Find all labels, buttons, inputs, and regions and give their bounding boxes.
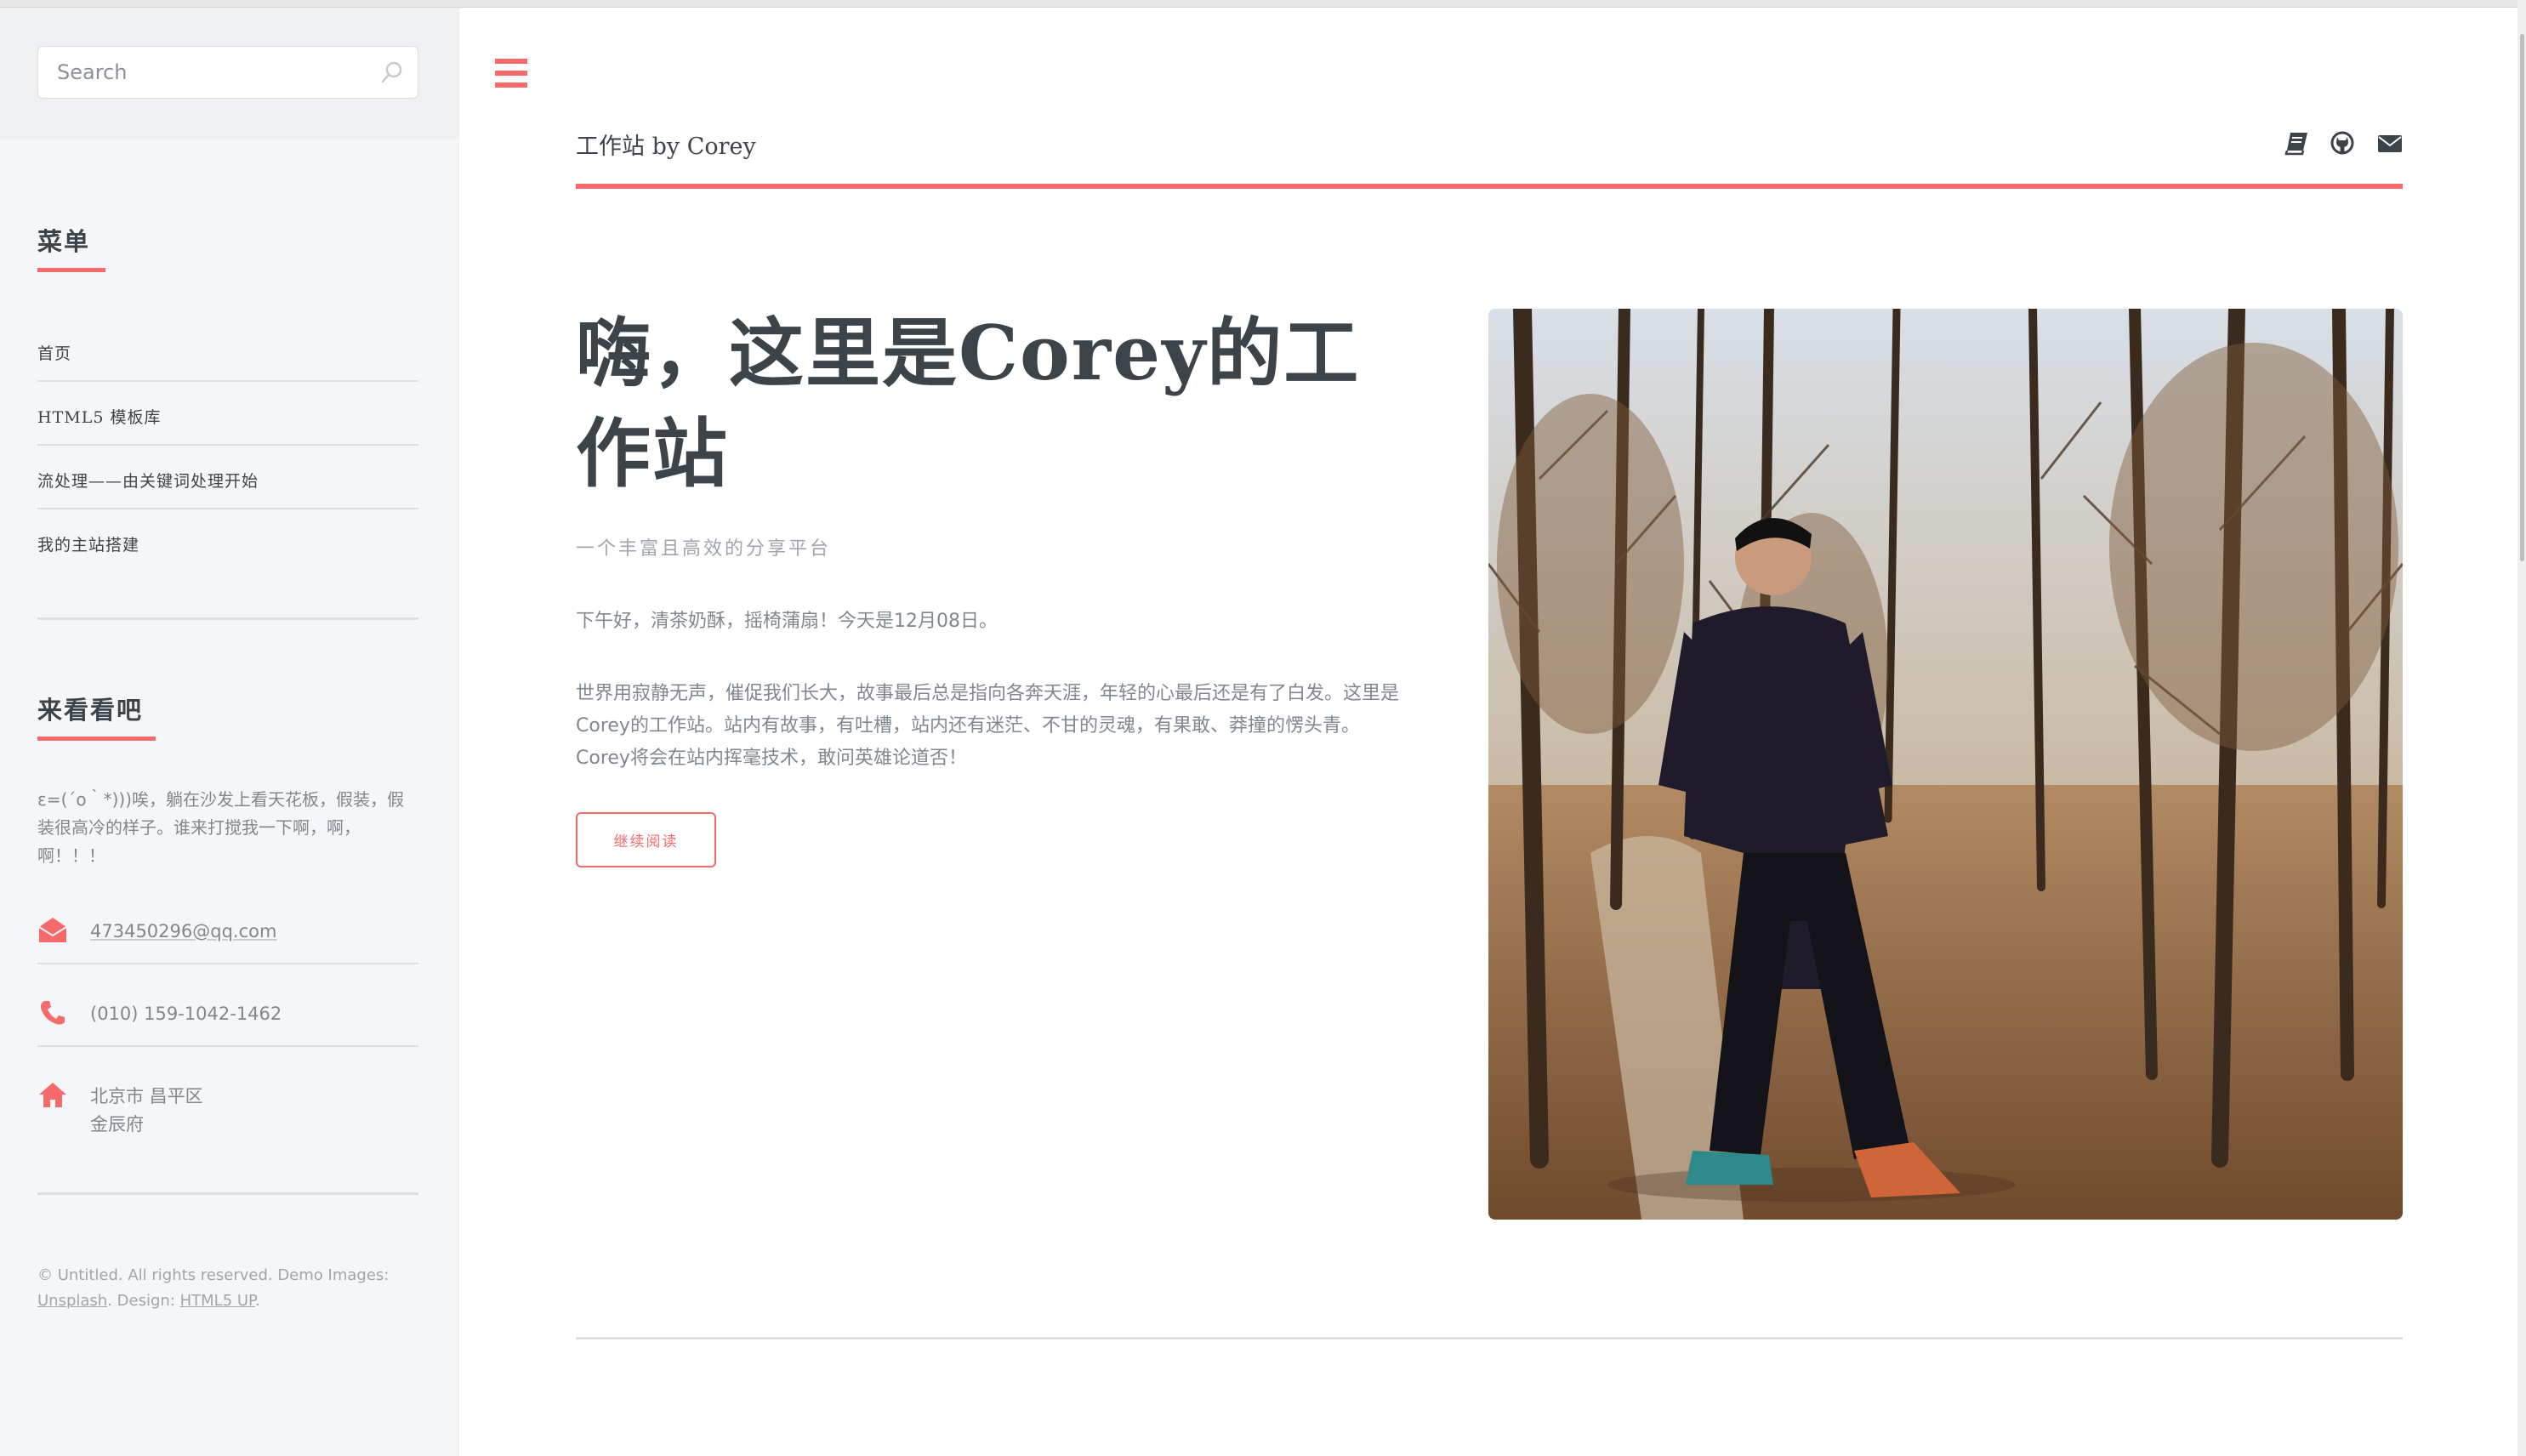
contact-separator	[37, 963, 418, 964]
banner-greeting: 下午好，清茶奶酥，摇椅蒲扇！今天是12月08日。	[576, 611, 998, 632]
envelope-open-icon	[38, 918, 67, 942]
menu-item-html5-templates[interactable]: HTML5 模板库	[37, 408, 161, 427]
page-scrollbar-thumb[interactable]	[2520, 34, 2524, 561]
menu-item-stream-processing[interactable]: 流处理——由关键词处理开始	[37, 472, 259, 491]
browser-top-border	[0, 0, 2526, 8]
copyright-mid: . Design:	[107, 1292, 180, 1310]
contact-heading: 来看看吧	[37, 696, 144, 725]
menu-item-home[interactable]: 首页	[37, 344, 71, 363]
banner-subtitle: 一个丰富且高效的分享平台	[576, 538, 832, 560]
site-title[interactable]: 工作站 by Corey	[576, 128, 756, 161]
github-icon[interactable]	[2329, 129, 2356, 156]
banner-body: 世界用寂静无声，催促我们长大，故事最后总是指向各奔天涯，年轻的心最后还是有了白发…	[576, 683, 1400, 769]
banner-photo	[1488, 309, 2403, 1220]
html5up-link[interactable]: HTML5 UP	[180, 1292, 256, 1310]
contact-phone: (010) 159-1042-1462	[37, 998, 418, 1032]
menu-heading: 菜单	[37, 227, 91, 256]
menu-heading-underline	[37, 268, 105, 272]
search-icon[interactable]	[380, 60, 404, 84]
home-icon	[39, 1083, 66, 1107]
contact-address: 北京市 昌平区 金辰府	[37, 1080, 418, 1140]
header-underline	[576, 184, 2403, 189]
menu-toggle-icon[interactable]	[495, 59, 527, 88]
copyright-suffix: .	[255, 1292, 260, 1310]
menu-list: 首页 HTML5 模板库 流处理——由关键词处理开始 我的主站搭建	[37, 317, 418, 573]
menu-item[interactable]: 我的主站搭建	[37, 509, 418, 573]
content-divider	[576, 1337, 2403, 1339]
menu-item[interactable]: HTML5 模板库	[37, 382, 418, 446]
sidebar: 菜单 首页 HTML5 模板库 流处理——由关键词处理开始 我的主站搭建 来看看…	[0, 8, 459, 1456]
banner-title: 嗨，这里是Corey的工作站	[576, 309, 1361, 498]
read-more-button[interactable]: 继续阅读	[576, 812, 716, 867]
phone-icon	[40, 1001, 65, 1025]
email-link[interactable]: 473450296@qq.com	[90, 918, 276, 946]
menu-item[interactable]: 首页	[37, 317, 418, 382]
book-icon[interactable]	[2283, 129, 2310, 156]
address-line-1: 北京市 昌平区	[90, 1086, 203, 1106]
sidebar-divider	[37, 617, 418, 620]
menu-item-main-site[interactable]: 我的主站搭建	[37, 536, 139, 555]
contact-heading-underline	[37, 737, 156, 741]
unsplash-link[interactable]: Unsplash	[37, 1292, 107, 1310]
contact-intro-text: ε=(´ο｀*)))唉，躺在沙发上看天花板，假装，假装很高冷的样子。谁来打搅我一…	[37, 789, 405, 866]
envelope-icon[interactable]	[2376, 129, 2404, 156]
contact-separator	[37, 1045, 418, 1047]
address-line-2: 金辰府	[90, 1114, 144, 1135]
search-input[interactable]	[57, 47, 363, 98]
phone-number: (010) 159-1042-1462	[90, 1004, 282, 1024]
menu-item[interactable]: 流处理——由关键词处理开始	[37, 446, 418, 509]
search-section	[0, 8, 458, 139]
contact-email: 473450296@qq.com	[37, 915, 418, 949]
search-box[interactable]	[37, 46, 418, 99]
sidebar-divider	[37, 1192, 418, 1195]
copyright-prefix: © Untitled. All rights reserved. Demo Im…	[37, 1266, 390, 1284]
copyright: © Untitled. All rights reserved. Demo Im…	[37, 1263, 418, 1314]
